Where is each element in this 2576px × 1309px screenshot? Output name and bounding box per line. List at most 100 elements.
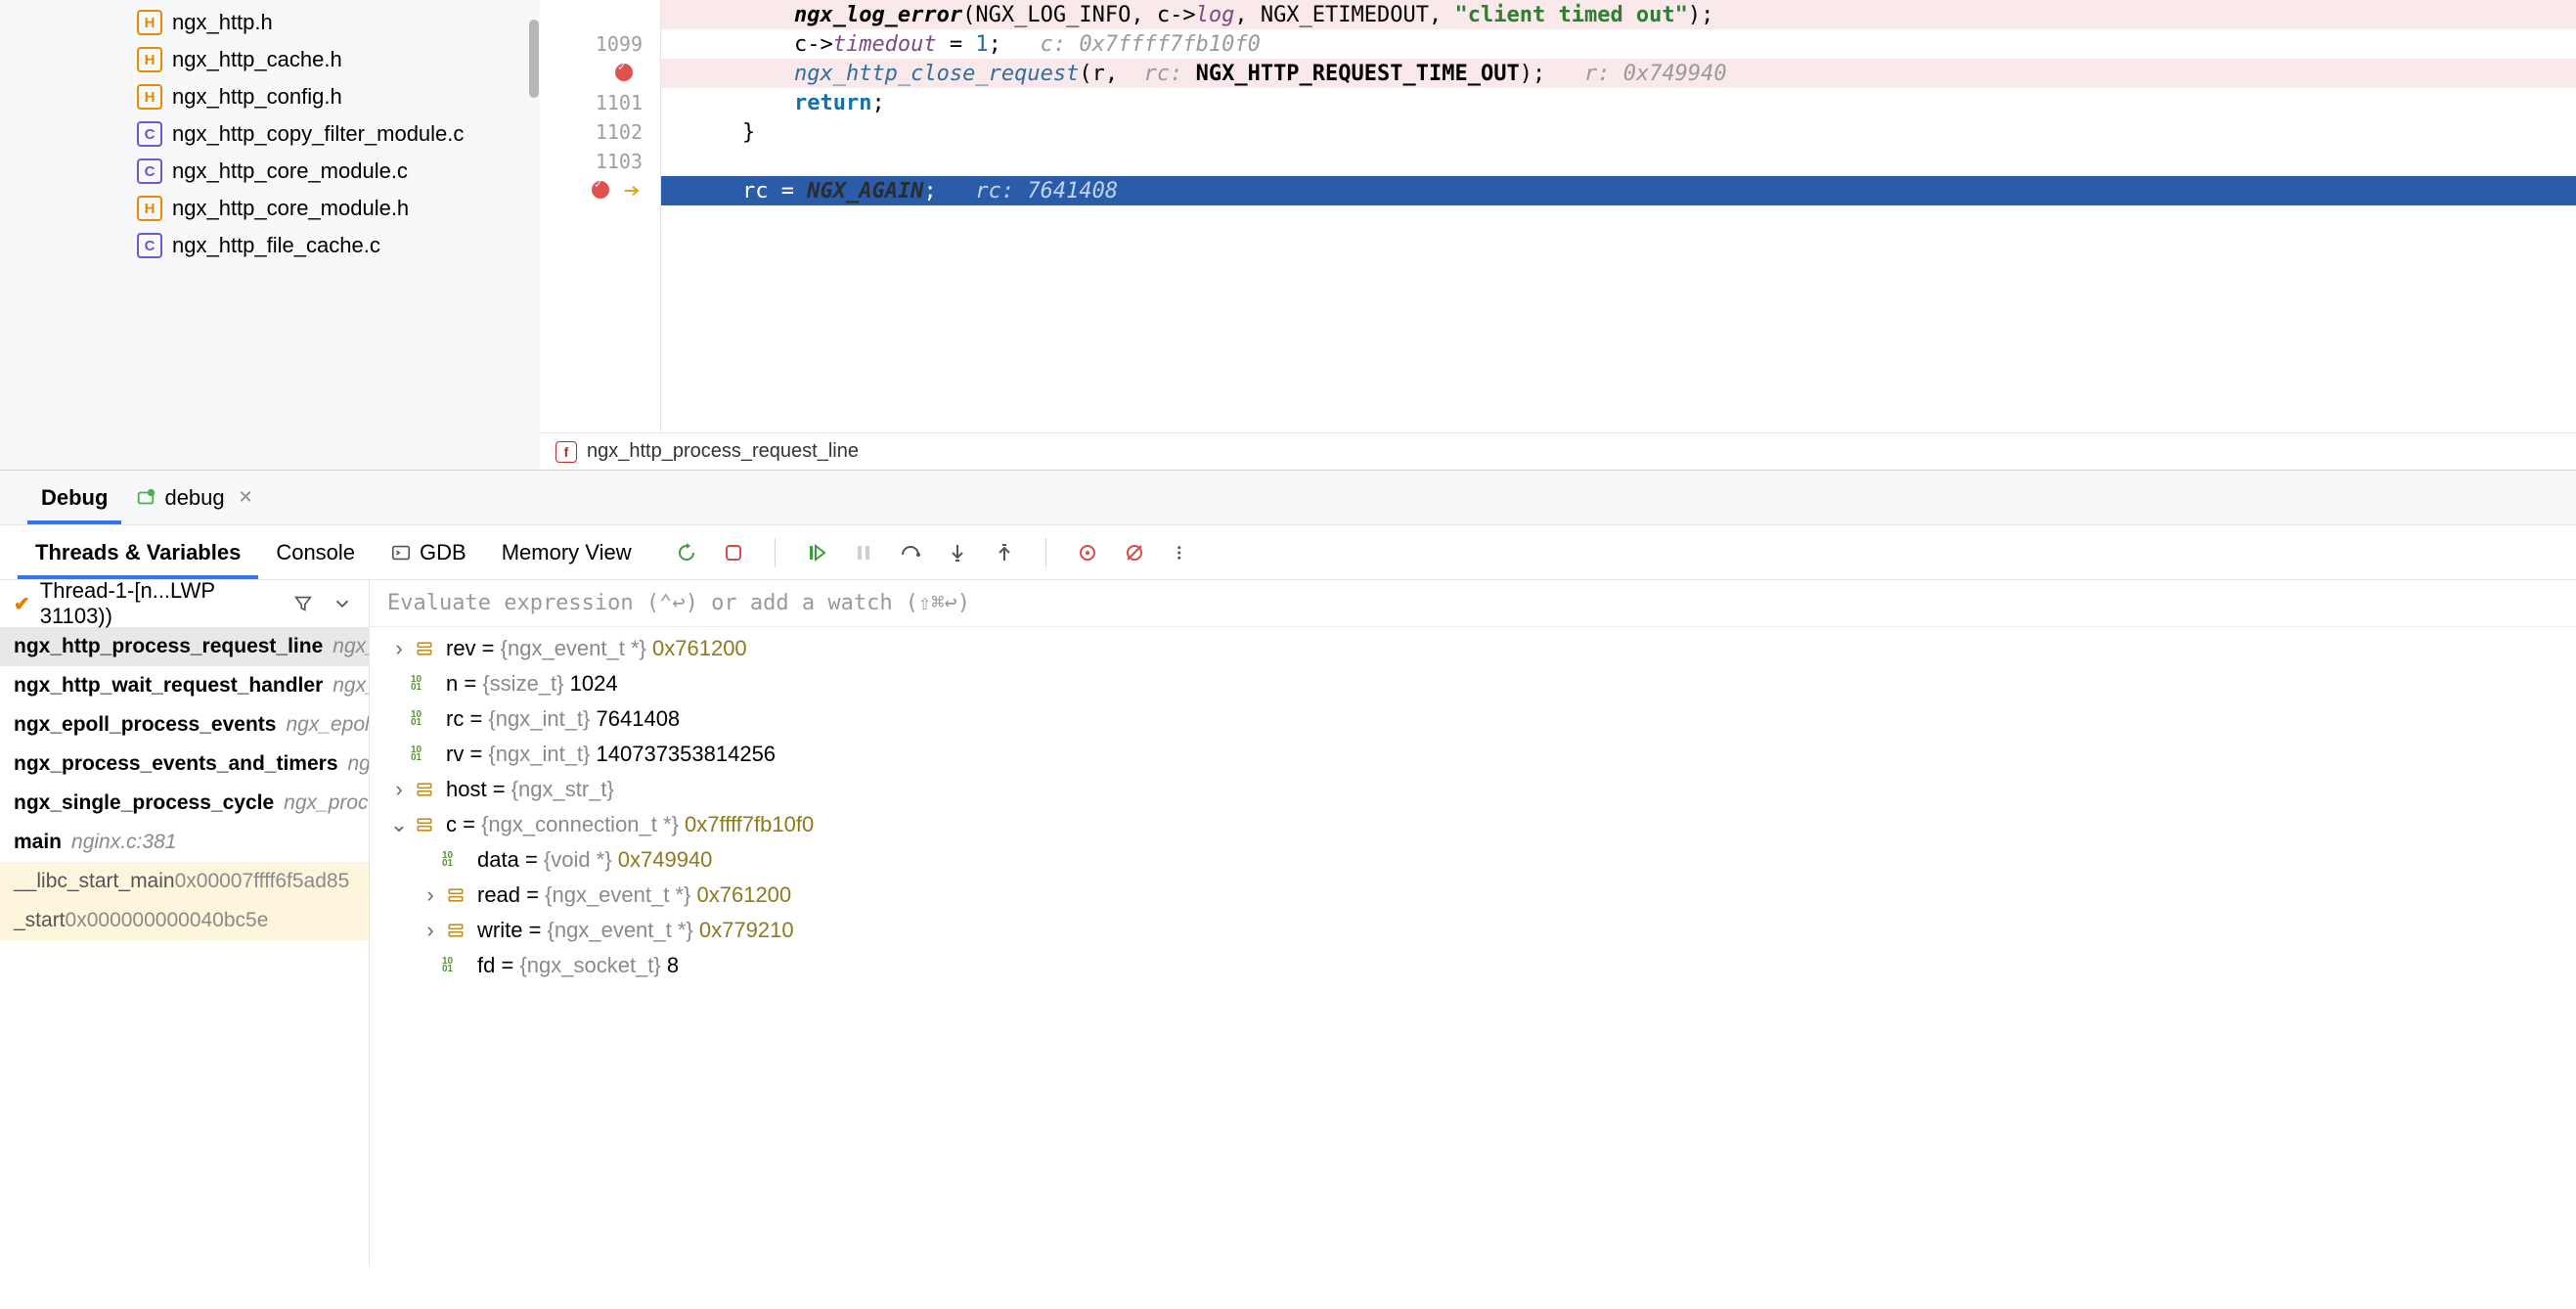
primitive-icon: 1001 [411, 711, 438, 727]
pause-button[interactable] [850, 539, 877, 566]
file-tree-item[interactable]: Cngx_http_copy_filter_module.c [0, 115, 540, 153]
header-file-icon: H [137, 196, 162, 221]
tab-memory-view[interactable]: Memory View [484, 525, 649, 579]
file-tree-item[interactable]: Cngx_http_file_cache.c [0, 227, 540, 264]
c-file-icon: C [137, 121, 162, 147]
editor-gutter[interactable]: 1099 1101 1102 1103 [540, 0, 661, 432]
stack-frame[interactable]: ngx_process_events_and_timersngx_even [0, 745, 369, 784]
code-line[interactable]: ngx_http_close_request(r, rc: NGX_HTTP_R… [661, 59, 2576, 88]
tab-threads-variables[interactable]: Threads & Variables [18, 525, 258, 579]
toolbar-separator [1045, 538, 1046, 567]
breakpoint-icon[interactable] [615, 64, 633, 81]
editor-code[interactable]: ngx_log_error(NGX_LOG_INFO, c->log, NGX_… [661, 0, 2576, 432]
chevron-down-icon[interactable] [330, 593, 355, 614]
debug-config-icon [135, 487, 156, 509]
variable-row[interactable]: ›read = {ngx_event_t *} 0x761200 [370, 878, 2576, 913]
variable-row[interactable]: ›host = {ngx_str_t} [370, 772, 2576, 807]
stack-frame[interactable]: ngx_http_wait_request_handlerngx_http_r [0, 666, 369, 705]
code-editor: 1099 1101 1102 1103 ngx_log_error(NGX_LOG_I… [540, 0, 2576, 470]
file-tree-item[interactable]: Hngx_http_core_module.h [0, 190, 540, 227]
stack-frame[interactable]: ngx_epoll_process_eventsngx_epoll_modu [0, 705, 369, 745]
debug-toolwindow-tab[interactable]: Debug [27, 471, 121, 524]
resume-button[interactable] [803, 539, 830, 566]
file-tree-item[interactable]: Hngx_http_config.h [0, 78, 540, 115]
file-name: ngx_http_config.h [172, 84, 342, 110]
stack-frame[interactable]: ngx_single_process_cyclengx_process_cy [0, 784, 369, 823]
code-line[interactable] [661, 147, 2576, 176]
thread-selector[interactable]: ✔ Thread-1-[n...LWP 31103)) [0, 580, 369, 627]
code-line[interactable]: return; [661, 88, 2576, 117]
chevron-right-icon[interactable]: › [419, 882, 442, 908]
stack-frame[interactable]: mainnginx.c:381 [0, 823, 369, 862]
line-number: 1102 [596, 120, 643, 144]
stack-frame[interactable]: _start 0x000000000040bc5e [0, 901, 369, 940]
gutter-row[interactable] [540, 0, 660, 29]
spacer [387, 742, 411, 767]
check-icon: ✔ [14, 592, 30, 616]
struct-icon [411, 639, 438, 658]
struct-icon [442, 885, 469, 905]
spacer [387, 671, 411, 697]
step-out-button[interactable] [991, 539, 1018, 566]
file-tree-item[interactable]: Hngx_http.h [0, 4, 540, 41]
debug-toolwindow-tabs: Debug debug ✕ [0, 471, 2576, 525]
code-line[interactable]: c->timedout = 1; c: 0x7ffff7fb10f0 [661, 29, 2576, 59]
terminal-icon [390, 542, 412, 564]
file-name: ngx_http_cache.h [172, 47, 342, 72]
code-line[interactable]: } [661, 117, 2576, 147]
struct-icon [442, 921, 469, 940]
variable-row[interactable]: ⌄c = {ngx_connection_t *} 0x7ffff7fb10f0 [370, 807, 2576, 842]
close-icon[interactable]: ✕ [239, 487, 253, 508]
variable-row[interactable]: 1001rc = {ngx_int_t} 7641408 [370, 701, 2576, 737]
variable-row[interactable]: ›rev = {ngx_event_t *} 0x761200 [370, 631, 2576, 666]
chevron-right-icon[interactable]: › [419, 918, 442, 943]
variable-row[interactable]: 1001n = {ssize_t} 1024 [370, 666, 2576, 701]
variable-row[interactable]: 1001fd = {ngx_socket_t} 8 [370, 948, 2576, 983]
editor-breadcrumb[interactable]: f ngx_http_process_request_line [540, 432, 2576, 470]
chevron-down-icon[interactable]: ⌄ [387, 812, 411, 837]
rerun-button[interactable] [673, 539, 700, 566]
file-name: ngx_http_file_cache.c [172, 233, 380, 258]
c-file-icon: C [137, 158, 162, 184]
variable-row[interactable]: 1001rv = {ngx_int_t} 140737353814256 [370, 737, 2576, 772]
tab-gdb[interactable]: GDB [373, 525, 484, 579]
header-file-icon: H [137, 10, 162, 35]
primitive-icon: 1001 [442, 852, 469, 868]
scrollbar-thumb[interactable] [529, 20, 539, 98]
line-number: 1103 [596, 150, 643, 173]
spacer [387, 706, 411, 732]
code-line[interactable]: rc = NGX_AGAIN; rc: 7641408 [661, 176, 2576, 205]
chevron-right-icon[interactable]: › [387, 777, 411, 802]
evaluate-expression-input[interactable]: Evaluate expression (⌃↩) or add a watch … [370, 580, 2576, 627]
stop-button[interactable] [720, 539, 747, 566]
view-breakpoints-button[interactable] [1074, 539, 1101, 566]
filter-icon[interactable] [292, 593, 314, 614]
variables-panel: Evaluate expression (⌃↩) or add a watch … [370, 580, 2576, 1265]
stack-frame[interactable]: __libc_start_main 0x00007ffff6f5ad85 [0, 862, 369, 901]
variable-row[interactable]: ›write = {ngx_event_t *} 0x779210 [370, 913, 2576, 948]
gutter-row[interactable]: 1103 [540, 147, 660, 176]
file-name: ngx_http.h [172, 10, 273, 35]
breakpoint-icon[interactable] [592, 181, 609, 199]
gutter-row[interactable] [540, 176, 660, 205]
file-tree[interactable]: Hngx_http.hHngx_http_cache.hHngx_http_co… [0, 0, 540, 470]
struct-icon [411, 815, 438, 835]
code-line[interactable]: ngx_log_error(NGX_LOG_INFO, c->log, NGX_… [661, 0, 2576, 29]
file-tree-item[interactable]: Hngx_http_cache.h [0, 41, 540, 78]
chevron-right-icon[interactable]: › [387, 636, 411, 661]
more-actions-button[interactable] [1168, 539, 1195, 566]
variable-row[interactable]: 1001data = {void *} 0x749940 [370, 842, 2576, 878]
file-tree-item[interactable]: Cngx_http_core_module.c [0, 153, 540, 190]
tab-console[interactable]: Console [258, 525, 373, 579]
line-number: 1101 [596, 91, 643, 114]
gutter-row[interactable]: 1101 [540, 88, 660, 117]
gutter-row[interactable]: 1099 [540, 29, 660, 59]
step-over-button[interactable] [897, 539, 924, 566]
debug-run-config-tab[interactable]: debug ✕ [121, 471, 266, 524]
function-icon: f [555, 441, 577, 463]
gutter-row[interactable]: 1102 [540, 117, 660, 147]
step-into-button[interactable] [944, 539, 971, 566]
gutter-row[interactable] [540, 59, 660, 88]
stack-frame[interactable]: ngx_http_process_request_linengx_http_r [0, 627, 369, 666]
mute-breakpoints-button[interactable] [1121, 539, 1148, 566]
